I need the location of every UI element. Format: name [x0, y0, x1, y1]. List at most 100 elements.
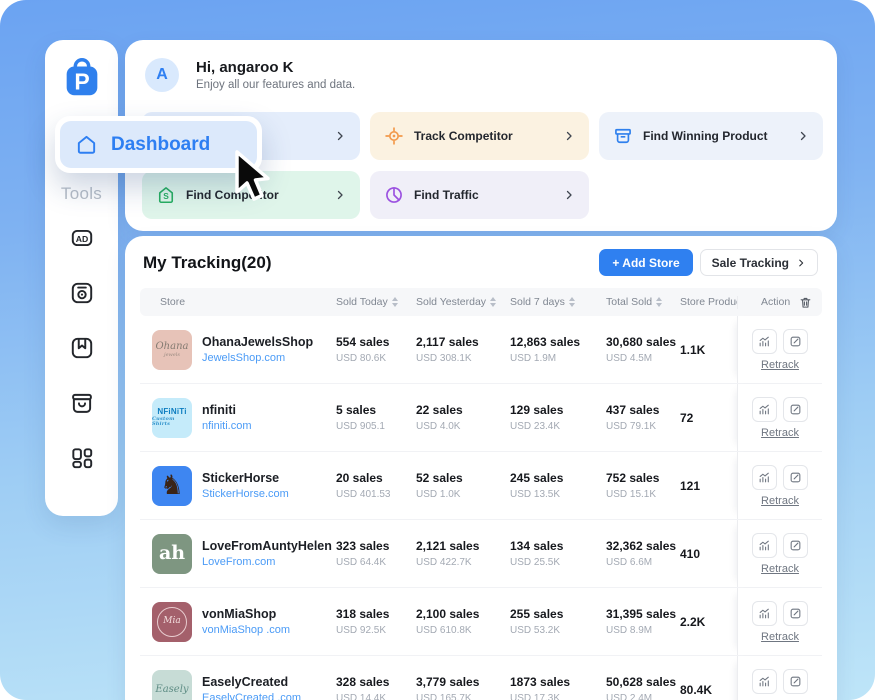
edit-button[interactable] — [783, 669, 808, 694]
sold-today-value: 328 sales — [336, 675, 412, 689]
sidebar-icon-list: AD — [45, 224, 118, 471]
total-sold-cell: 30,680 salesUSD 4.5M — [606, 335, 680, 364]
chevron-right-icon — [796, 258, 806, 268]
sold-7-days-usd: USD 53.2K — [510, 625, 602, 636]
column-header-label: Store — [160, 296, 185, 308]
store-domain-link[interactable]: EaselyCreated .com — [202, 692, 301, 700]
action-buttons — [752, 329, 808, 354]
add-store-button[interactable]: + Add Store — [599, 249, 692, 276]
edit-button[interactable] — [783, 601, 808, 626]
sold-7-days-usd: USD 17.3K — [510, 693, 602, 700]
store-name: StickerHorse — [202, 471, 289, 485]
total-sold-value: 752 sales — [606, 471, 676, 485]
sold-7-days-usd: USD 1.9M — [510, 353, 602, 364]
store-products-value: 121 — [680, 479, 733, 493]
total-sold-value: 32,362 sales — [606, 539, 676, 553]
table-row: NFiNiTiCustom Shirtsnfinitinfiniti.com5 … — [140, 384, 822, 452]
sold-yesterday-cell: 52 sales USD 1.0K — [416, 471, 510, 500]
store-info: nfiniti nfiniti.com — [202, 403, 252, 432]
sales-chart-button[interactable] — [752, 329, 777, 354]
feature-card-find-traffic[interactable]: Find Traffic — [370, 171, 589, 219]
table-header: Store Sold TodaySold Yesterday Sold 7 days… — [140, 288, 822, 316]
sold-yesterday-value: 2,117 sales — [416, 335, 506, 349]
sold-yesterday-value: 52 sales — [416, 471, 506, 485]
feature-card-track-competitor[interactable]: Track Competitor — [370, 112, 589, 160]
column-header-label: Action — [761, 296, 790, 308]
column-header-sold-7-days[interactable]: Sold 7 days — [510, 296, 606, 308]
sort-icon[interactable] — [392, 297, 398, 307]
store-logo: Easely — [152, 670, 192, 700]
edit-button[interactable] — [783, 329, 808, 354]
tracking-title: My Tracking(20) — [143, 253, 272, 273]
sold-7-days-cell: 134 salesUSD 25.5K — [510, 539, 606, 568]
sidebar-item-apps-grid-icon[interactable] — [68, 444, 95, 471]
store-name: nfiniti — [202, 403, 252, 417]
edit-button[interactable] — [783, 465, 808, 490]
store-products-cell: 1.1K — [680, 343, 737, 357]
trash-icon[interactable] — [799, 296, 812, 309]
sold-today-usd: USD 80.6K — [336, 353, 412, 364]
app-background: P Tools AD Dashboard A Hi, angaroo K Enj — [0, 0, 875, 700]
column-header-label: Sold Yesterday — [416, 296, 486, 308]
sale-tracking-button[interactable]: Sale Tracking — [700, 249, 818, 276]
sales-chart-button[interactable] — [752, 397, 777, 422]
store-domain-link[interactable]: vonMiaShop .com — [202, 624, 290, 636]
column-header-label: Sold 7 days — [510, 296, 565, 308]
store-domain-link[interactable]: StickerHorse.com — [202, 488, 289, 500]
sidebar-item-store-bag-icon[interactable] — [68, 389, 95, 416]
store-domain-link[interactable]: JewelsShop.com — [202, 352, 313, 364]
sales-chart-button[interactable] — [752, 465, 777, 490]
retrack-link[interactable]: Retrack — [761, 495, 799, 507]
total-sold-usd: USD 6.6M — [606, 557, 676, 568]
retrack-link[interactable]: Retrack — [761, 563, 799, 575]
sales-chart-button[interactable] — [752, 533, 777, 558]
sold-yesterday-value: 3,779 sales — [416, 675, 506, 689]
sold-yesterday-value: 2,100 sales — [416, 607, 506, 621]
sidebar-item-bookmark-icon[interactable] — [68, 334, 95, 361]
column-header-sold-today[interactable]: Sold Today — [336, 296, 416, 308]
store-products-cell: 72 — [680, 411, 737, 425]
sold-today-cell: 318 salesUSD 92.5K — [336, 607, 416, 636]
sort-icon[interactable] — [569, 297, 575, 307]
sort-icon[interactable] — [656, 297, 662, 307]
greeting-title: Hi, angaroo K — [196, 59, 355, 76]
store-logo: NFiNiTiCustom Shirts — [152, 398, 192, 438]
sold-yesterday-usd: USD 1.0K — [416, 489, 506, 500]
retrack-link[interactable]: Retrack — [761, 427, 799, 439]
total-sold-value: 30,680 sales — [606, 335, 676, 349]
store-domain-link[interactable]: LoveFrom.com — [202, 556, 332, 568]
store-products-cell: 121 — [680, 479, 737, 493]
store-domain-link[interactable]: nfiniti.com — [202, 420, 252, 432]
sold-today-cell: 20 salesUSD 401.53 — [336, 471, 416, 500]
retrack-link[interactable]: Retrack — [761, 359, 799, 371]
store-cell: EaselyEaselyCreatedEaselyCreated .com — [140, 670, 336, 700]
avatar[interactable]: A — [145, 58, 179, 92]
sales-chart-button[interactable] — [752, 601, 777, 626]
column-header-sold-yesterday[interactable]: Sold Yesterday — [416, 296, 510, 308]
total-sold-usd: USD 2.4M — [606, 693, 676, 700]
sold-7-days-value: 12,863 sales — [510, 335, 602, 349]
sidebar-item-track-target-icon[interactable] — [68, 279, 95, 306]
total-sold-cell: 752 salesUSD 15.1K — [606, 471, 680, 500]
feature-card-find-winning-product[interactable]: Find Winning Product — [599, 112, 823, 160]
total-sold-value: 50,628 sales — [606, 675, 676, 689]
app-logo-icon[interactable]: P — [59, 54, 105, 100]
sold-7-days-value: 255 sales — [510, 607, 602, 621]
edit-button[interactable] — [783, 397, 808, 422]
store-products-value: 2.2K — [680, 615, 733, 629]
edit-button[interactable] — [783, 533, 808, 558]
sold-7-days-cell: 1873 salesUSD 17.3K — [510, 675, 606, 700]
sold-7-days-usd: USD 25.5K — [510, 557, 602, 568]
total-sold-cell: 31,395 salesUSD 8.9M — [606, 607, 680, 636]
sidebar-item-ad-icon[interactable]: AD — [68, 224, 95, 251]
sort-icon[interactable] — [490, 297, 496, 307]
total-sold-value: 437 sales — [606, 403, 676, 417]
sales-chart-button[interactable] — [752, 669, 777, 694]
sold-7-days-value: 245 sales — [510, 471, 602, 485]
sold-yesterday-value: 22 sales — [416, 403, 506, 417]
table-row: MiavonMiaShopvonMiaShop .com318 salesUSD… — [140, 588, 822, 656]
retrack-link[interactable]: Retrack — [761, 631, 799, 643]
column-header-total-sold[interactable]: Total Sold — [606, 296, 680, 308]
store-cell: ahLoveFromAuntyHelenLoveFrom.com — [140, 534, 336, 574]
sold-yesterday-cell: 2,117 salesUSD 308.1K — [416, 335, 510, 364]
